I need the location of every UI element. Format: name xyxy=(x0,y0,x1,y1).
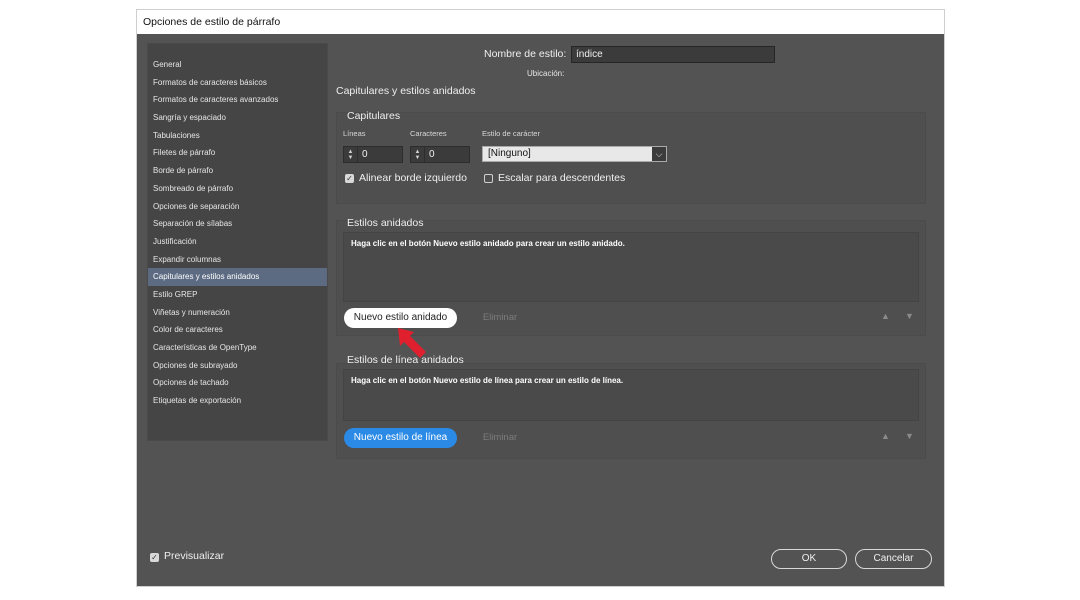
character-style-select[interactable]: [Ninguno] ⌵ xyxy=(482,146,667,162)
sidebar-item-12[interactable]: Capitulares y estilos anidados xyxy=(148,268,327,286)
move-up-icon[interactable]: ▲ xyxy=(881,311,890,321)
sidebar-item-5[interactable]: Filetes de párrafo xyxy=(148,144,327,162)
sidebar-item-11[interactable]: Expandir columnas xyxy=(148,251,327,269)
nested-line-styles-list[interactable]: Haga clic en el botón Nuevo estilo de lí… xyxy=(343,369,919,421)
sidebar-item-2[interactable]: Formatos de caracteres avanzados xyxy=(148,91,327,109)
ok-button[interactable]: OK xyxy=(771,549,847,569)
lines-stepper[interactable]: ▲ ▼ 0 xyxy=(343,146,403,163)
stepper-arrows-icon[interactable]: ▲ ▼ xyxy=(411,147,425,162)
move-down-icon[interactable]: ▼ xyxy=(905,431,914,441)
characters-stepper[interactable]: ▲ ▼ 0 xyxy=(410,146,470,163)
scale-descenders-checkbox[interactable] xyxy=(484,174,493,183)
sidebar-item-16[interactable]: Características de OpenType xyxy=(148,339,327,357)
style-name-input[interactable]: índice xyxy=(571,46,775,63)
sidebar-item-3[interactable]: Sangría y espaciado xyxy=(148,109,327,127)
scale-descenders-label: Escalar para descendentes xyxy=(498,172,626,184)
sidebar-item-14[interactable]: Viñetas y numeración xyxy=(148,304,327,322)
section-title: Capitulares y estilos anidados xyxy=(336,85,476,97)
stepper-arrows-icon[interactable]: ▲ ▼ xyxy=(344,147,358,162)
cancel-button[interactable]: Cancelar xyxy=(855,549,932,569)
sidebar-item-17[interactable]: Opciones de subrayado xyxy=(148,357,327,375)
align-left-checkbox[interactable]: ✓ xyxy=(345,174,354,183)
sidebar-item-8[interactable]: Opciones de separación xyxy=(148,198,327,216)
sidebar-item-19[interactable]: Etiquetas de exportación xyxy=(148,392,327,410)
align-left-label: Alinear borde izquierdo xyxy=(359,172,467,184)
sidebar-item-18[interactable]: Opciones de tachado xyxy=(148,374,327,392)
sidebar-item-10[interactable]: Justificación xyxy=(148,233,327,251)
characters-value[interactable]: 0 xyxy=(425,147,435,162)
style-name-label: Nombre de estilo: xyxy=(484,48,567,60)
character-style-value[interactable]: [Ninguno] xyxy=(483,147,652,161)
preview-label: Previsualizar xyxy=(164,550,225,562)
lines-value[interactable]: 0 xyxy=(358,147,368,162)
sidebar-item-4[interactable]: Tabulaciones xyxy=(148,127,327,145)
chevron-down-icon[interactable]: ⌵ xyxy=(652,147,666,161)
sidebar-item-9[interactable]: Separación de sílabas xyxy=(148,215,327,233)
sidebar-item-6[interactable]: Borde de párrafo xyxy=(148,162,327,180)
preview-checkbox[interactable]: ✓ xyxy=(150,553,159,562)
move-up-icon[interactable]: ▲ xyxy=(881,431,890,441)
delete-nested-style-button[interactable]: Eliminar xyxy=(470,308,530,328)
dropcaps-title: Capitulares xyxy=(347,110,401,122)
new-line-style-button[interactable]: Nuevo estilo de línea xyxy=(344,428,457,448)
paragraph-style-options-dialog: Opciones de estilo de párrafo General For… xyxy=(137,10,944,586)
new-nested-style-button[interactable]: Nuevo estilo anidado xyxy=(344,308,457,328)
lines-label: Líneas xyxy=(343,129,366,138)
window-title: Opciones de estilo de párrafo xyxy=(137,10,944,34)
nested-styles-list[interactable]: Haga clic en el botón Nuevo estilo anida… xyxy=(343,232,919,302)
character-style-label: Estilo de carácter xyxy=(482,129,540,138)
sidebar-item-1[interactable]: Formatos de caracteres básicos xyxy=(148,74,327,92)
move-down-icon[interactable]: ▼ xyxy=(905,311,914,321)
sidebar-item-15[interactable]: Color de caracteres xyxy=(148,321,327,339)
nested-styles-title: Estilos anidados xyxy=(347,217,424,229)
delete-line-style-button[interactable]: Eliminar xyxy=(470,428,530,448)
sidebar-item-13[interactable]: Estilo GREP xyxy=(148,286,327,304)
location-label: Ubicación: xyxy=(527,69,565,78)
sidebar-item-7[interactable]: Sombreado de párrafo xyxy=(148,180,327,198)
characters-label: Caracteres xyxy=(410,129,447,138)
category-sidebar: General Formatos de caracteres básicos For… xyxy=(147,43,328,441)
sidebar-item-0[interactable]: General xyxy=(148,56,327,74)
nested-line-styles-title: Estilos de línea anidados xyxy=(347,354,464,366)
